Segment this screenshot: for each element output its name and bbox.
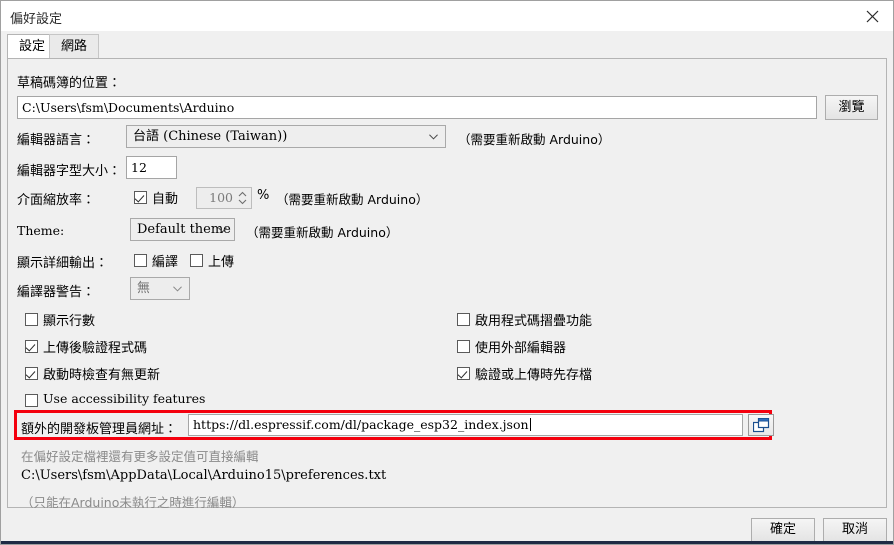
compiler-warnings-value: 無 — [137, 281, 151, 296]
spinner-arrows-icon — [238, 191, 247, 205]
more-settings-hint: 在偏好設定檔裡還有更多設定值可直接編輯 — [21, 449, 259, 464]
accessibility-features-label: Use accessibility features — [43, 391, 206, 406]
verify-after-upload-label: 上傳後驗證程式碼 — [43, 341, 148, 356]
show-line-numbers-label: 顯示行數 — [43, 314, 96, 329]
text-caret — [529, 418, 531, 431]
close-icon[interactable] — [849, 1, 893, 31]
verbose-output-label: 顯示詳細輸出： — [17, 256, 109, 271]
preferences-file-path: C:\Users\fsm\AppData\Local\Arduino15\pre… — [21, 468, 387, 483]
interface-scale-percent-label: % — [257, 188, 270, 203]
editor-language-value: 台語 (Chinese (Taiwan)) — [133, 129, 288, 144]
theme-select[interactable]: Default theme — [130, 218, 235, 241]
check-updates-on-startup-checkbox[interactable] — [25, 367, 38, 380]
close-glyph — [866, 10, 878, 22]
settings-panel: 草稿碼簿的位置： C:\Users\fsm\Documents\Arduino … — [7, 58, 887, 510]
save-before-verify-label: 驗證或上傳時先存檔 — [475, 368, 593, 383]
editor-language-select[interactable]: 台語 (Chinese (Taiwan)) — [126, 125, 446, 148]
taskbar-strip — [1, 541, 893, 544]
sketchbook-location-input[interactable]: C:\Users\fsm\Documents\Arduino — [17, 96, 817, 119]
code-folding-label: 啟用程式碼摺疊功能 — [475, 314, 593, 329]
chevron-down-icon — [218, 227, 227, 233]
editor-font-size-input[interactable]: 12 — [126, 156, 177, 179]
interface-scale-auto-label: 自動 — [152, 192, 179, 207]
verbose-compile-checkbox[interactable] — [134, 254, 147, 267]
code-folding-checkbox[interactable] — [457, 313, 470, 326]
sketchbook-location-label: 草稿碼簿的位置： — [17, 76, 122, 91]
chevron-down-icon — [429, 134, 438, 140]
verbose-compile-label: 編譯 — [152, 255, 179, 270]
open-editor-glyph — [752, 417, 769, 432]
check-updates-on-startup-label: 啟動時檢查有無更新 — [43, 368, 161, 383]
accessibility-features-checkbox[interactable] — [25, 394, 38, 407]
external-editor-checkbox[interactable] — [457, 340, 470, 353]
cancel-button[interactable]: 取消 — [823, 518, 887, 542]
browse-button[interactable]: 瀏覽 — [825, 95, 878, 120]
board-manager-url-value: https://dl.espressif.com/dl/package_esp3… — [193, 417, 529, 432]
window-title: 偏好設定 — [10, 12, 63, 27]
title-bar: 偏好設定 — [1, 1, 893, 32]
external-editor-label: 使用外部編輯器 — [475, 341, 567, 356]
interface-scale-auto-checkbox[interactable] — [134, 191, 147, 204]
save-before-verify-checkbox[interactable] — [457, 367, 470, 380]
verify-after-upload-checkbox[interactable] — [25, 340, 38, 353]
verbose-upload-label: 上傳 — [208, 255, 235, 270]
tab-strip: 設定 網路 — [1, 31, 893, 59]
compiler-warnings-select[interactable]: 無 — [130, 277, 190, 300]
interface-scale-restart-note: （需要重新啟動 Arduino） — [276, 192, 429, 207]
chevron-down-icon — [173, 286, 182, 292]
ok-button[interactable]: 確定 — [751, 518, 815, 542]
preferences-dialog: 偏好設定 設定 網路 草稿碼簿的位置： C:\Users\fsm\Documen… — [0, 0, 894, 545]
theme-restart-note: （需要重新啟動 Arduino） — [246, 225, 399, 240]
board-manager-url-input[interactable]: https://dl.espressif.com/dl/package_esp3… — [188, 414, 743, 436]
theme-value: Default theme — [137, 222, 231, 237]
theme-label: Theme: — [17, 223, 65, 238]
interface-scale-spinner[interactable]: 100 — [196, 187, 252, 209]
open-editor-icon[interactable] — [748, 414, 774, 436]
dialog-button-bar: 確定 取消 — [1, 508, 893, 544]
interface-scale-label: 介面縮放率： — [17, 193, 96, 208]
editor-language-label: 編輯器語言： — [17, 133, 96, 148]
verbose-upload-checkbox[interactable] — [190, 254, 203, 267]
tab-network[interactable]: 網路 — [49, 34, 100, 59]
interface-scale-value: 100 — [209, 190, 233, 205]
show-line-numbers-checkbox[interactable] — [25, 313, 38, 326]
editor-font-size-label: 編輯器字型大小： — [17, 164, 122, 179]
board-manager-url-label: 額外的開發板管理員網址： — [21, 422, 178, 437]
compiler-warnings-label: 編譯器警告： — [17, 285, 96, 300]
editor-language-restart-note: （需要重新啟動 Arduino） — [458, 132, 611, 147]
